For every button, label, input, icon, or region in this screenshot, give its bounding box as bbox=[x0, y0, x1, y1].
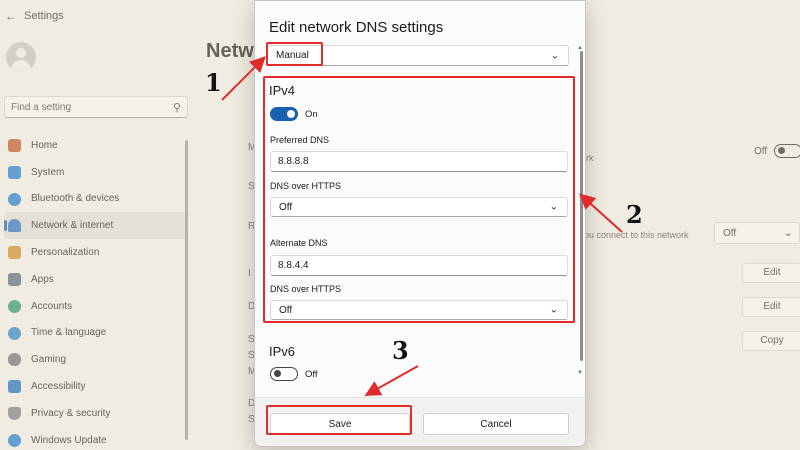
arrow-step-1 bbox=[221, 56, 266, 101]
arrow-step-3 bbox=[364, 365, 419, 396]
arrow-step-2 bbox=[579, 193, 623, 233]
step-number-3: 3 bbox=[392, 336, 409, 365]
step-number-2: 2 bbox=[626, 200, 643, 229]
annotation-arrows bbox=[221, 56, 623, 396]
step-number-1: 1 bbox=[205, 68, 222, 97]
